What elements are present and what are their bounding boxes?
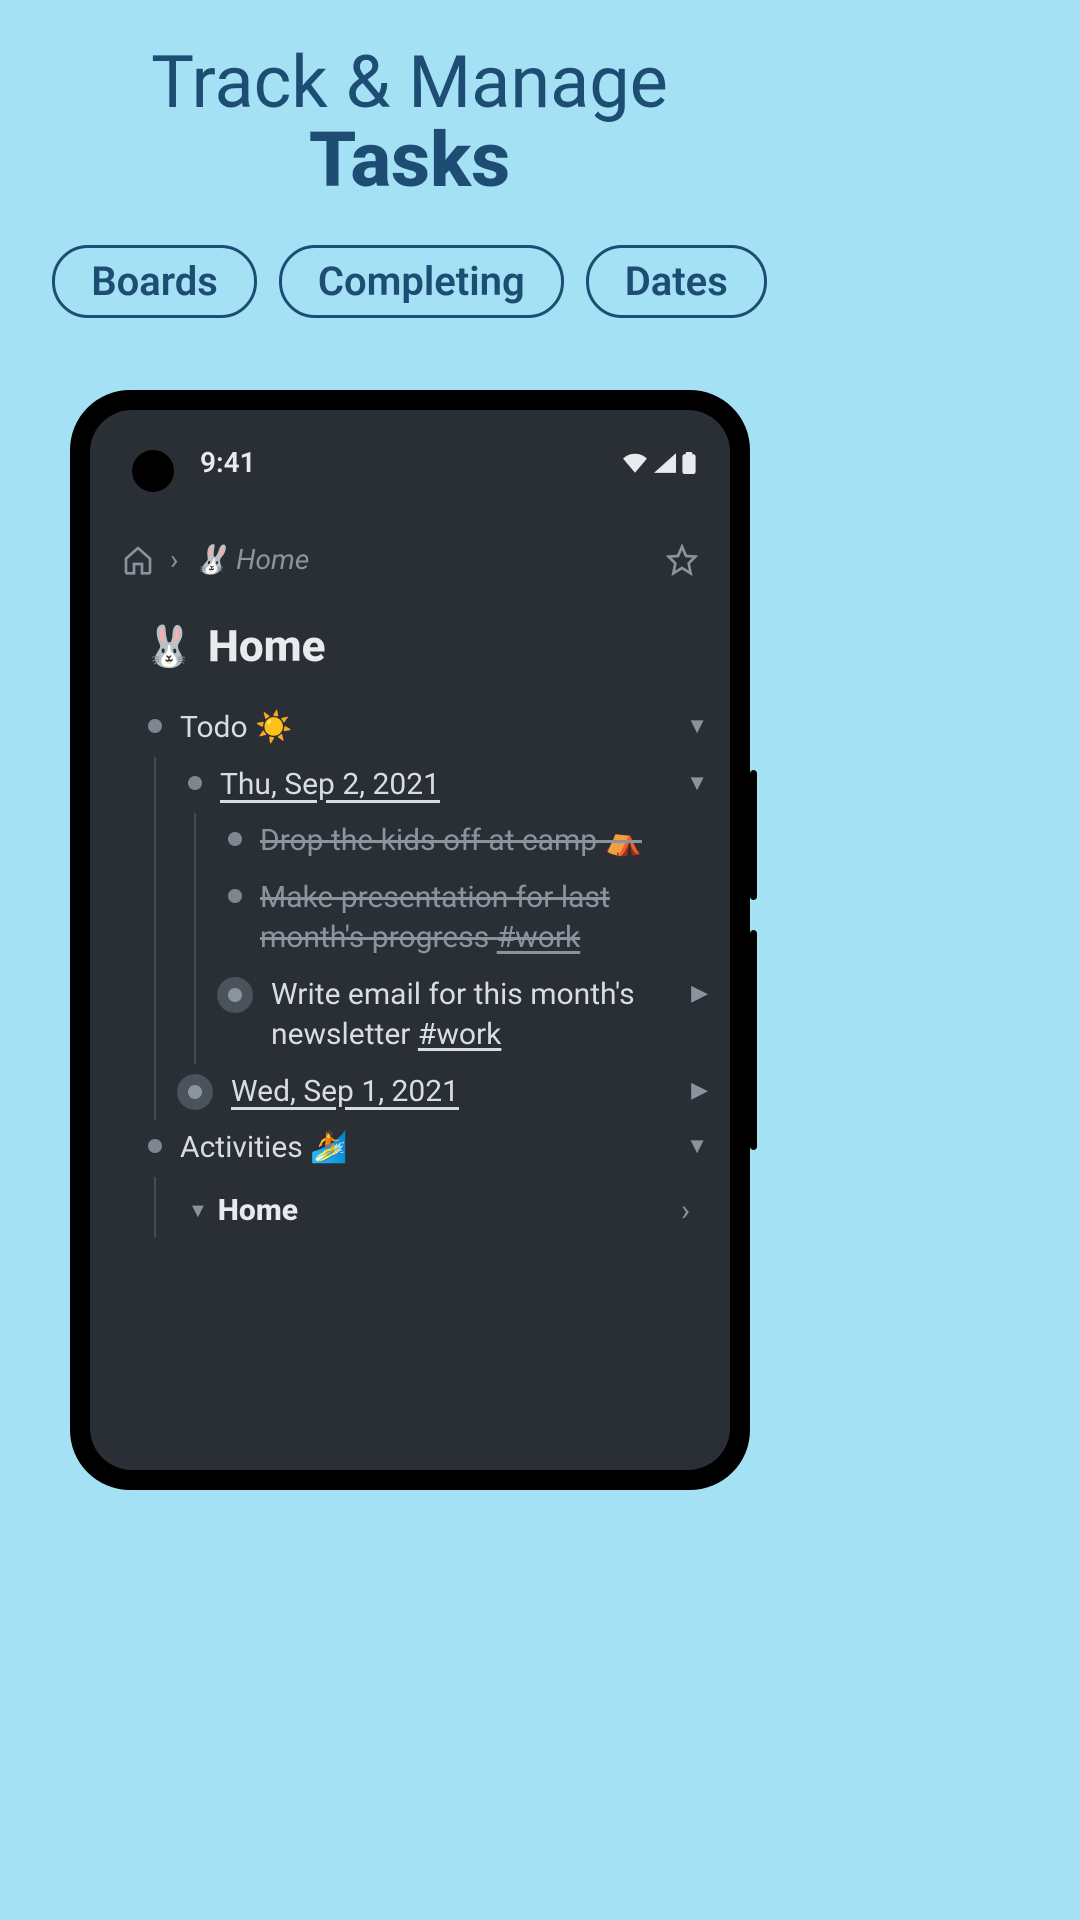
node-label[interactable]: Wed, Sep 1, 2021 bbox=[231, 1072, 708, 1113]
node-label[interactable]: Make presentation for last month's progr… bbox=[260, 878, 708, 959]
status-icons bbox=[622, 452, 696, 474]
hashtag-work[interactable]: #work bbox=[418, 1017, 502, 1052]
pill-row: Boards Completing Dates bbox=[0, 245, 819, 318]
phone-side-button bbox=[750, 770, 757, 900]
expand-toggle[interactable]: ▶ bbox=[691, 1076, 708, 1106]
bullet-highlighted-icon[interactable] bbox=[217, 977, 253, 1013]
bullet-highlighted-icon[interactable] bbox=[177, 1074, 213, 1110]
node-task[interactable]: Write email for this month's newsletter … bbox=[228, 967, 708, 1064]
node-label[interactable]: Thu, Sep 2, 2021 bbox=[220, 765, 708, 806]
breadcrumb-row: › 🐰 Home bbox=[90, 479, 730, 576]
node-label[interactable]: Drop the kids off at camp ⛺ bbox=[260, 821, 708, 862]
bullet-icon bbox=[228, 832, 242, 846]
collapse-toggle[interactable]: ▼ bbox=[686, 1132, 708, 1162]
camera-hole bbox=[132, 450, 174, 492]
expand-toggle[interactable]: ▶ bbox=[691, 979, 708, 1009]
promo-line2: Tasks bbox=[0, 115, 819, 205]
phone-side-button bbox=[750, 930, 757, 1150]
signal-icon bbox=[654, 453, 676, 473]
status-bar: 9:41 bbox=[90, 410, 730, 479]
breadcrumb-label[interactable]: 🐰 Home bbox=[194, 543, 309, 576]
node-task-done[interactable]: Drop the kids off at camp ⛺ bbox=[228, 813, 708, 870]
section-title[interactable]: Home bbox=[218, 1191, 298, 1232]
collapse-toggle[interactable]: ▼ bbox=[686, 712, 708, 742]
node-label[interactable]: Activities 🏄 bbox=[180, 1128, 708, 1169]
breadcrumb[interactable]: › 🐰 Home bbox=[122, 543, 309, 576]
node-task-done[interactable]: Make presentation for last month's progr… bbox=[228, 870, 708, 967]
phone-frame: 9:41 › 🐰 Home 🐰 Home bbox=[70, 390, 750, 1490]
node-label[interactable]: Write email for this month's newsletter … bbox=[271, 975, 708, 1056]
phone-screen: 9:41 › 🐰 Home 🐰 Home bbox=[90, 410, 730, 1470]
node-activities[interactable]: Activities 🏄 ▼ bbox=[148, 1120, 708, 1177]
bullet-icon bbox=[188, 776, 202, 790]
node-label[interactable]: Todo ☀️ bbox=[180, 708, 708, 749]
chevron-right-icon: › bbox=[170, 543, 178, 576]
promo-line1: Track & Manage bbox=[0, 40, 819, 125]
page-title-row: 🐰 Home bbox=[90, 576, 730, 672]
node-todo[interactable]: Todo ☀️ ▼ bbox=[148, 700, 708, 757]
home-icon[interactable] bbox=[122, 544, 154, 576]
page-emoji: 🐰 bbox=[144, 623, 194, 670]
bullet-icon bbox=[228, 889, 242, 903]
star-icon[interactable] bbox=[666, 544, 698, 576]
section-header[interactable]: ▼ Home › bbox=[188, 1177, 708, 1238]
pill-completing[interactable]: Completing bbox=[279, 245, 564, 318]
collapse-toggle[interactable]: ▼ bbox=[686, 769, 708, 799]
wifi-icon bbox=[622, 453, 648, 473]
pill-boards[interactable]: Boards bbox=[52, 245, 257, 318]
promo-header: Track & Manage Tasks bbox=[0, 0, 819, 205]
chevron-right-icon[interactable]: › bbox=[681, 1191, 690, 1232]
node-date[interactable]: Thu, Sep 2, 2021 ▼ bbox=[188, 757, 708, 814]
bullet-icon bbox=[148, 1139, 162, 1153]
page-title: Home bbox=[208, 620, 326, 672]
hashtag-work[interactable]: #work bbox=[497, 920, 581, 955]
outline-tree: Todo ☀️ ▼ Thu, Sep 2, 2021 ▼ Drop the ki… bbox=[90, 672, 730, 1237]
caret-down-icon[interactable]: ▼ bbox=[188, 1197, 208, 1224]
battery-icon bbox=[682, 452, 696, 474]
bullet-icon bbox=[148, 719, 162, 733]
node-date[interactable]: Wed, Sep 1, 2021 ▶ bbox=[188, 1064, 708, 1121]
status-time: 9:41 bbox=[200, 446, 256, 479]
pill-dates[interactable]: Dates bbox=[586, 245, 767, 318]
